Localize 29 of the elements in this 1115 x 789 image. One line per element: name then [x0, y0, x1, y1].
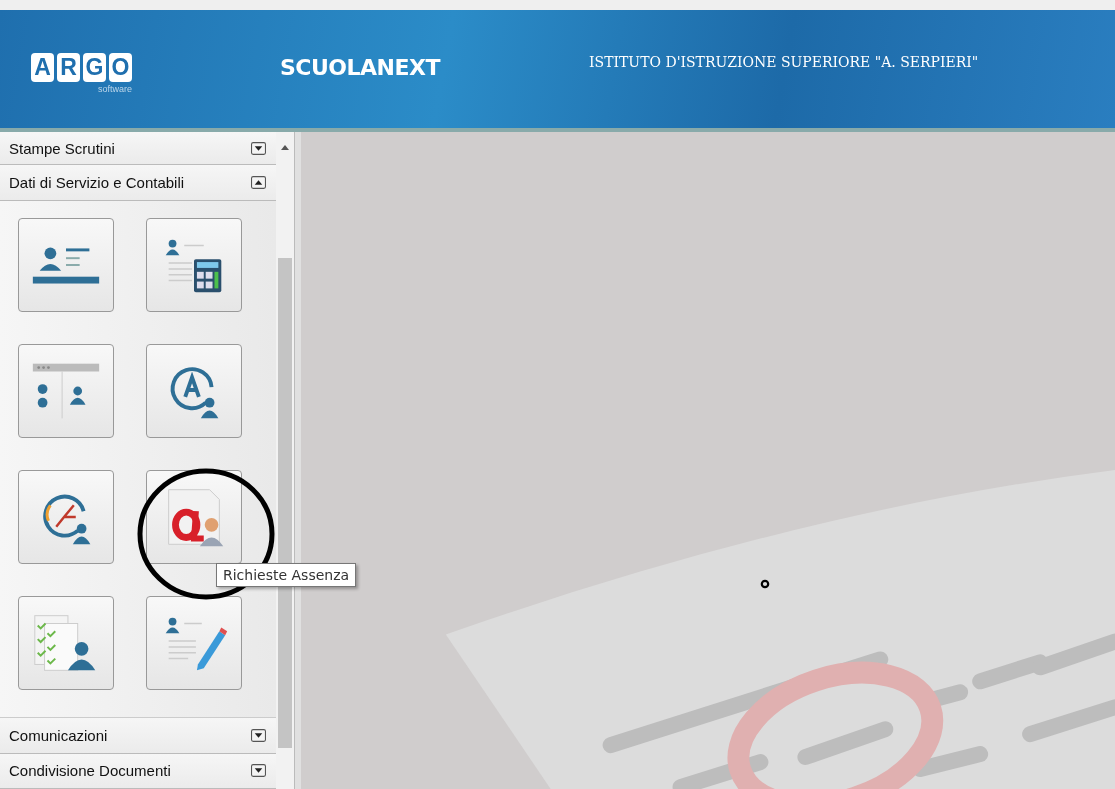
section-header[interactable]: Dati di Servizio e Contabili [0, 165, 276, 201]
logo-letter: A [31, 52, 54, 82]
section-header[interactable]: Stampe Scrutini [0, 132, 276, 166]
expand-icon[interactable] [251, 141, 266, 155]
logo-letter: R [57, 52, 80, 82]
section-title: Dati di Servizio e Contabili [9, 174, 185, 192]
section-header[interactable]: Comunicazioni [0, 718, 276, 754]
expand-icon[interactable] [251, 764, 266, 778]
tile-button[interactable] [146, 343, 242, 438]
tile-button[interactable] [18, 469, 114, 564]
collapse-icon[interactable] [251, 176, 266, 190]
school-name: ISTITUTO D'ISTRUZIONE SUPERIORE "A. SERPIERI" [589, 52, 980, 72]
expand-icon[interactable] [251, 728, 266, 742]
tile-button[interactable] [18, 595, 114, 690]
tile-button[interactable] [146, 469, 242, 564]
section-title: Condivisione Documenti [9, 762, 171, 780]
tile-button[interactable] [146, 595, 242, 690]
logo-letter: O [109, 52, 132, 82]
section-header[interactable]: Condivisione Documenti [0, 753, 276, 789]
logo-letter: G [83, 52, 106, 82]
logo-caption: software [98, 83, 132, 94]
section-title: Comunicazioni [9, 726, 108, 744]
cursor-icon [760, 579, 770, 589]
product-name: SCUOLANEXT [280, 54, 440, 80]
tile-button[interactable] [146, 217, 242, 312]
tile-button[interactable] [18, 343, 114, 438]
tile-button[interactable] [18, 217, 114, 312]
tooltip: Richieste Assenza [216, 563, 357, 587]
section-title: Stampe Scrutini [9, 139, 115, 157]
